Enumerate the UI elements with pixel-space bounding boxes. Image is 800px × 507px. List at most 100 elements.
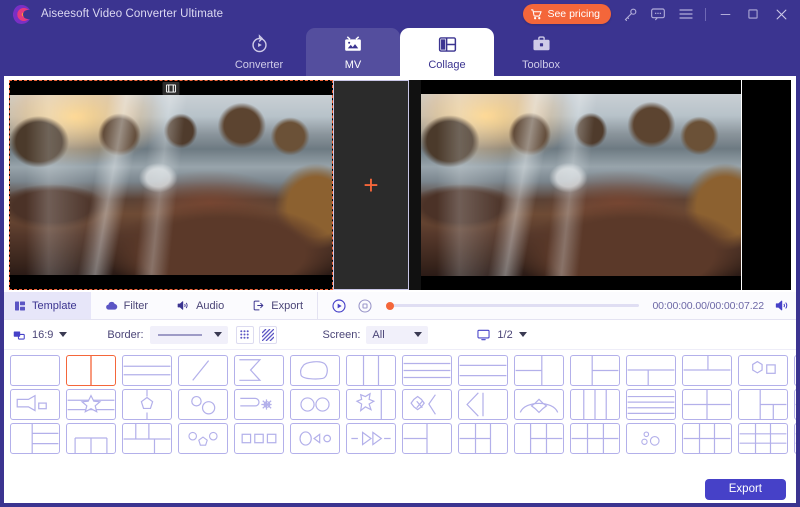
tmpl-left-half-right-split[interactable] bbox=[570, 355, 620, 386]
video-thumbnail-right-wrap[interactable] bbox=[421, 80, 741, 290]
tmpl-left-col-right-2[interactable] bbox=[738, 389, 788, 420]
border-style-dropdown[interactable] bbox=[149, 325, 228, 344]
border-style-preview-icon bbox=[156, 329, 204, 341]
playback-progress-track[interactable] bbox=[386, 301, 640, 310]
tmpl-2x2-grid[interactable] bbox=[682, 389, 732, 420]
tmpl-3x3-grid[interactable] bbox=[738, 423, 788, 454]
screen-dropdown[interactable]: All bbox=[366, 325, 429, 344]
tmpl-megaphone[interactable] bbox=[10, 389, 60, 420]
tmpl-split-col-grid[interactable] bbox=[402, 423, 452, 454]
tab-collage-label: Collage bbox=[428, 58, 466, 71]
app-window: Aiseesoft Video Converter Ultimate See p… bbox=[0, 0, 800, 507]
tmpl-single[interactable] bbox=[10, 355, 60, 386]
tab-converter-label: Converter bbox=[234, 58, 284, 71]
timecode-display: 00:00:00.00/00:00:07.22 bbox=[652, 299, 764, 312]
tmpl-diagonal[interactable] bbox=[178, 355, 228, 386]
screen-count-control[interactable]: 1/2 bbox=[476, 328, 527, 342]
subtab-export[interactable]: Export bbox=[238, 292, 317, 319]
toolbar-divider bbox=[705, 7, 706, 21]
tmpl-top-bar-bottom-split[interactable] bbox=[626, 355, 676, 386]
tab-converter[interactable]: Converter bbox=[212, 28, 306, 76]
tab-collage[interactable]: Collage bbox=[400, 28, 494, 76]
video-pane-right[interactable] bbox=[421, 80, 791, 290]
border-style-chevron-down-icon[interactable] bbox=[213, 332, 222, 337]
subtab-audio-label: Audio bbox=[196, 299, 225, 312]
tmpl-three-squares[interactable] bbox=[234, 423, 284, 454]
playhead-handle[interactable] bbox=[386, 301, 395, 310]
key-icon[interactable] bbox=[621, 5, 639, 23]
tmpl-double-arrow[interactable] bbox=[346, 423, 396, 454]
tmpl-left-split-top[interactable] bbox=[514, 355, 564, 386]
tmpl-top-split-bottom-bar[interactable] bbox=[682, 355, 732, 386]
screen-count-chevron-down-icon[interactable] bbox=[518, 332, 527, 337]
tmpl-starburst-split[interactable] bbox=[346, 389, 396, 420]
tab-mv[interactable]: MV bbox=[306, 28, 400, 76]
preview-gap bbox=[409, 80, 421, 290]
tmpl-hexagon-square[interactable] bbox=[738, 355, 788, 386]
border-dots-icon[interactable] bbox=[235, 325, 254, 344]
tmpl-oval-triangle[interactable] bbox=[290, 423, 340, 454]
export-arrow-icon bbox=[252, 299, 265, 312]
tmpl-4-row[interactable] bbox=[626, 389, 676, 420]
tmpl-3-col[interactable] bbox=[346, 355, 396, 386]
tab-toolbox-label: Toolbox bbox=[522, 58, 560, 71]
film-strip-icon[interactable] bbox=[162, 82, 180, 95]
hamburger-menu-icon[interactable] bbox=[677, 5, 695, 23]
volume-speaker-icon[interactable] bbox=[773, 297, 790, 314]
stop-square-icon[interactable] bbox=[356, 297, 373, 314]
tmpl-left-pane-grid[interactable] bbox=[570, 423, 620, 454]
subtab-filter[interactable]: Filter bbox=[91, 292, 162, 319]
tmpl-2-col[interactable] bbox=[66, 355, 116, 386]
tmpl-double-circle[interactable] bbox=[290, 389, 340, 420]
feedback-chat-icon[interactable] bbox=[649, 5, 667, 23]
tmpl-grid-right-pane[interactable] bbox=[514, 423, 564, 454]
see-pricing-button[interactable]: See pricing bbox=[523, 4, 611, 24]
tmpl-3-row-b[interactable] bbox=[458, 355, 508, 386]
tmpl-circles-pentagon[interactable] bbox=[178, 423, 228, 454]
close-icon[interactable] bbox=[772, 5, 790, 23]
subtab-template-label: Template bbox=[32, 299, 77, 312]
tmpl-flag-gear[interactable] bbox=[234, 389, 284, 420]
aspect-ratio-chevron-down-icon[interactable] bbox=[59, 332, 68, 337]
plus-icon[interactable]: + bbox=[363, 172, 378, 198]
tmpl-bubbles[interactable] bbox=[626, 423, 676, 454]
tmpl-two-circles[interactable] bbox=[178, 389, 228, 420]
see-pricing-label: See pricing bbox=[547, 8, 600, 20]
main-nav-tabs: Converter MV Collage Toolbox bbox=[0, 28, 800, 76]
collage-layout-icon bbox=[437, 34, 458, 56]
tab-toolbox[interactable]: Toolbox bbox=[494, 28, 588, 76]
tmpl-knot-arrow[interactable] bbox=[402, 389, 452, 420]
tab-mv-label: MV bbox=[344, 58, 362, 71]
subtab-template[interactable]: Template bbox=[0, 292, 91, 319]
tmpl-chevron[interactable] bbox=[234, 355, 284, 386]
tmpl-arrow-left[interactable] bbox=[458, 389, 508, 420]
tmpl-bottom-thirds[interactable] bbox=[66, 423, 116, 454]
mv-picture-frame-icon bbox=[342, 34, 364, 56]
minimize-icon[interactable] bbox=[716, 5, 734, 23]
video-pane-left[interactable] bbox=[9, 80, 333, 290]
maximize-icon[interactable] bbox=[744, 5, 762, 23]
aspect-ratio-control[interactable]: 16:9 bbox=[12, 328, 68, 342]
export-button[interactable]: Export bbox=[704, 478, 786, 500]
tmpl-top-thirds[interactable] bbox=[122, 423, 172, 454]
add-media-pane[interactable]: + bbox=[333, 80, 409, 290]
tmpl-arch-diamond[interactable] bbox=[514, 389, 564, 420]
template-grid-icon bbox=[14, 300, 26, 312]
tmpl-blob[interactable] bbox=[290, 355, 340, 386]
play-circle-icon[interactable] bbox=[330, 297, 347, 314]
tmpl-2-row[interactable] bbox=[122, 355, 172, 386]
tmpl-pentagon-center[interactable] bbox=[122, 389, 172, 420]
screen-chevron-down-icon[interactable] bbox=[414, 332, 423, 337]
video-thumbnail-right bbox=[421, 94, 741, 276]
screen-value: All bbox=[372, 328, 385, 341]
subtab-audio[interactable]: Audio bbox=[162, 292, 238, 319]
tmpl-3-row[interactable] bbox=[402, 355, 452, 386]
tmpl-half-grid[interactable] bbox=[458, 423, 508, 454]
tmpl-left-pane-right-rows[interactable] bbox=[10, 423, 60, 454]
border-stripes-icon[interactable] bbox=[258, 325, 277, 344]
tmpl-4-col[interactable] bbox=[570, 389, 620, 420]
tmpl-star-band[interactable] bbox=[66, 389, 116, 420]
subtab-filter-label: Filter bbox=[123, 299, 149, 312]
tmpl-2x3-grid[interactable] bbox=[682, 423, 732, 454]
monitor-icon bbox=[476, 328, 491, 342]
